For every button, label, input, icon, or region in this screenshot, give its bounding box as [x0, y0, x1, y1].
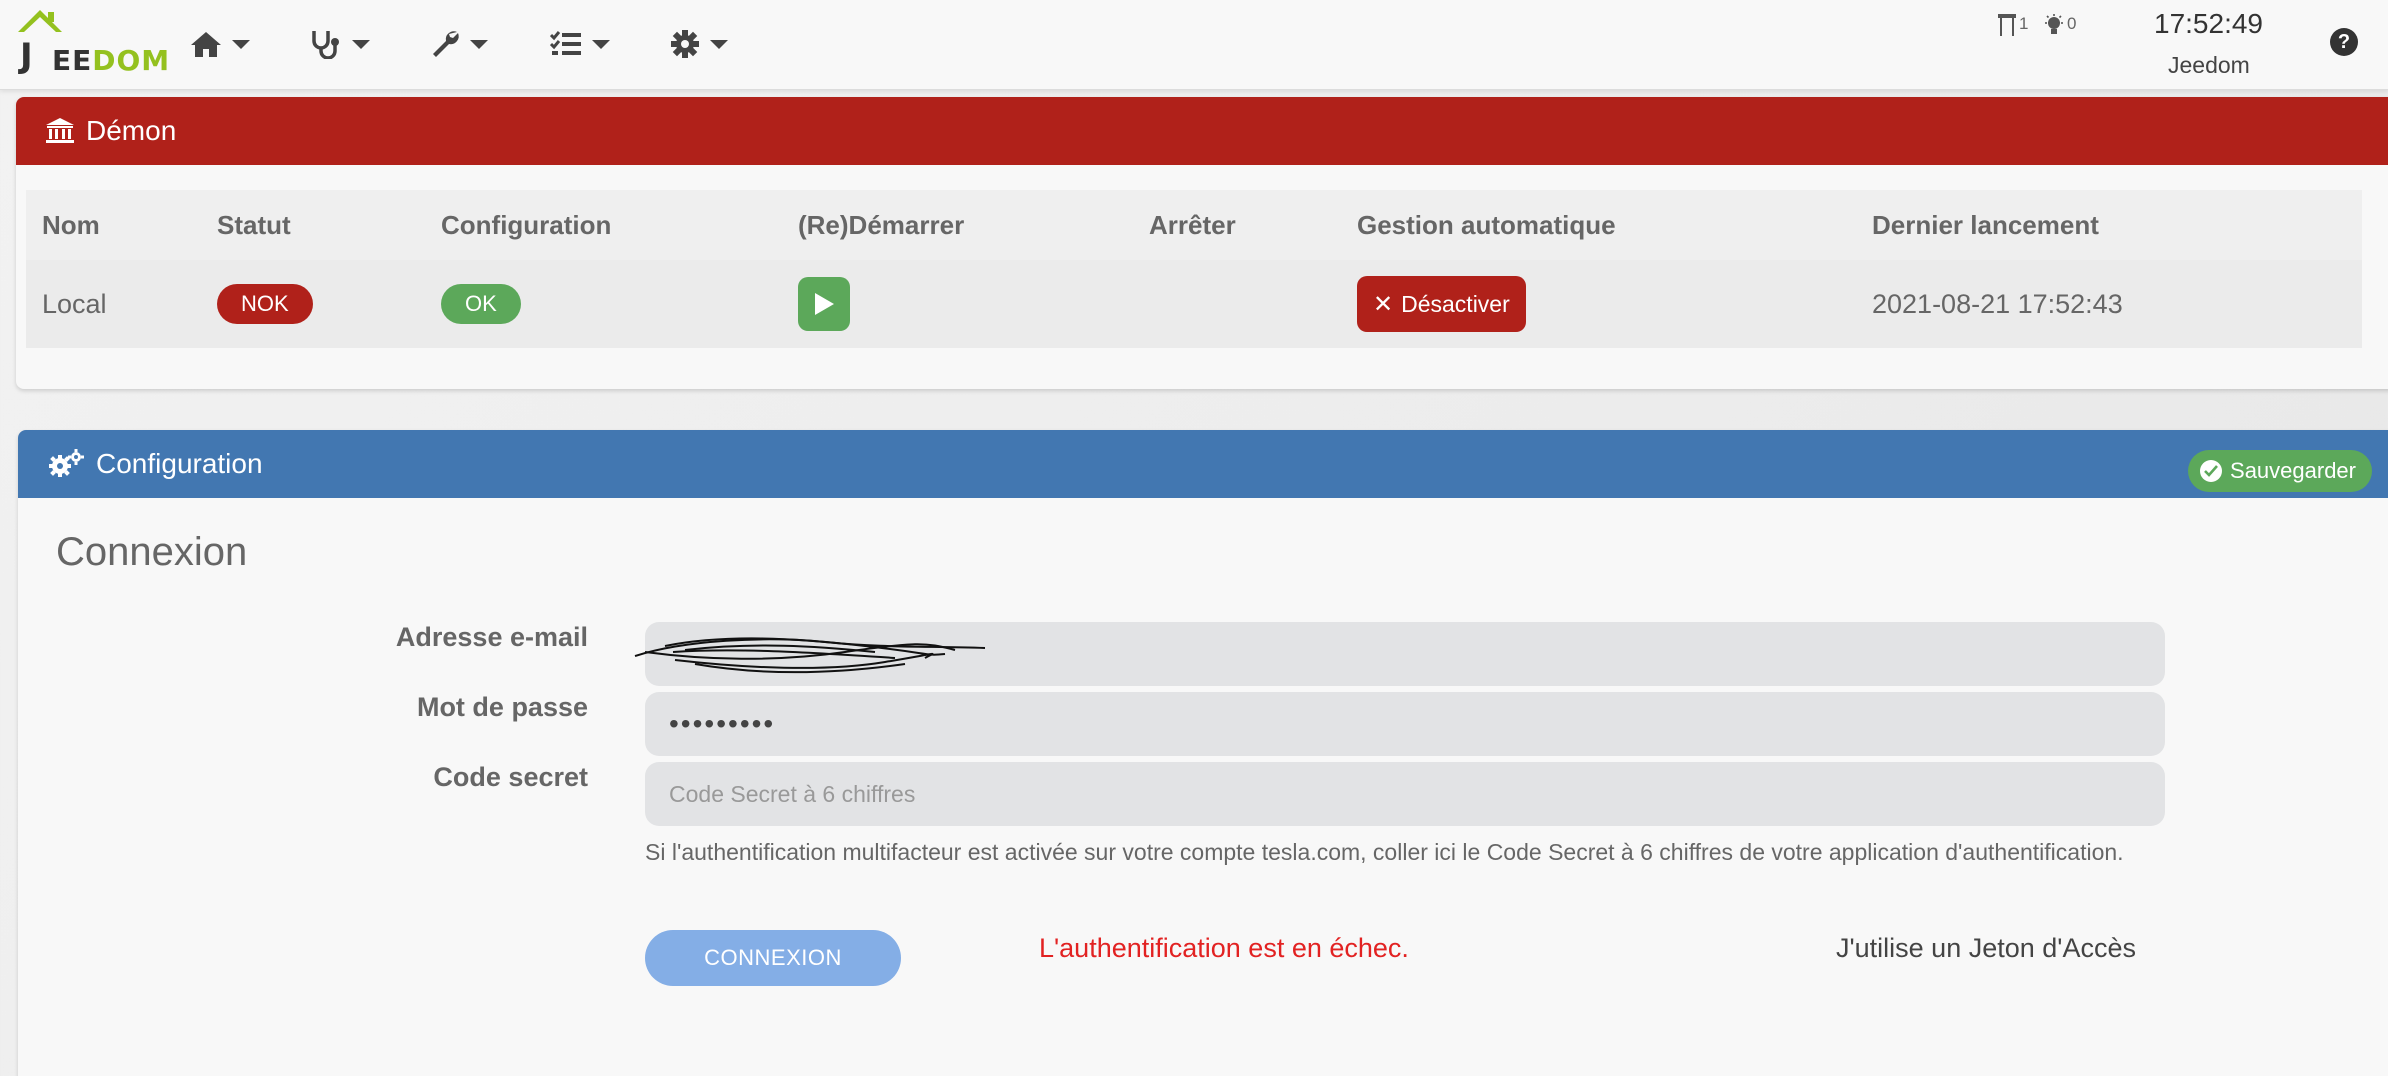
section-title: Connexion	[56, 530, 248, 574]
password-field[interactable]: •••••••••	[645, 692, 2165, 756]
table-row: Local NOK OK ✕ Désactiver 2021-08-21 17:…	[26, 260, 2362, 348]
stop-cell	[1133, 260, 1341, 348]
shutter-summary[interactable]: 1	[1998, 14, 2028, 36]
chevron-down-icon	[710, 39, 728, 49]
menu-plugins[interactable]	[550, 22, 670, 66]
chevron-down-icon	[232, 39, 250, 49]
configuration-panel-heading: Configuration Sauvegarder	[18, 430, 2388, 498]
disable-auto-management-button[interactable]: ✕ Désactiver	[1357, 276, 1526, 332]
auth-error-message: L'authentification est en échec.	[1039, 933, 1409, 963]
email-field[interactable]	[634, 622, 2165, 686]
chevron-down-icon	[470, 39, 488, 49]
configuration-badge: OK	[441, 284, 521, 324]
play-icon	[815, 293, 834, 315]
configuration-panel: Configuration Sauvegarder Connexion Adre…	[18, 430, 2388, 1076]
menu-settings[interactable]	[670, 22, 790, 66]
home-icon	[191, 32, 221, 57]
demon-panel: Démon Nom Statut Configuration (Re)Démar…	[16, 97, 2388, 389]
light-count: 0	[2067, 14, 2077, 33]
shutter-icon	[1998, 14, 2016, 36]
restart-button[interactable]	[798, 277, 850, 331]
check-circle-icon	[2200, 460, 2223, 482]
light-summary[interactable]: 0	[2044, 14, 2076, 36]
column-header: Statut	[201, 190, 425, 260]
gear-icon	[671, 30, 699, 58]
stethoscope-icon	[312, 31, 339, 59]
column-header: Gestion automatique	[1341, 190, 1856, 260]
demon-panel-heading: Démon	[16, 97, 2388, 165]
table-header-row: Nom Statut Configuration (Re)Démarrer Ar…	[26, 190, 2362, 260]
shutter-count: 1	[2019, 14, 2029, 33]
save-button[interactable]: Sauvegarder	[2188, 450, 2372, 492]
mfa-help-text: Si l'authentification multifacteur est a…	[645, 839, 2124, 865]
lightbulb-icon	[2045, 14, 2063, 34]
cogs-icon	[48, 449, 84, 479]
menu-tools[interactable]	[430, 22, 550, 66]
logo-wordmark: EEDOM	[52, 44, 171, 77]
status-badge: NOK	[217, 284, 313, 324]
demon-table: Nom Statut Configuration (Re)Démarrer Ar…	[26, 190, 2362, 348]
connect-button[interactable]: CONNEXION	[645, 930, 901, 986]
close-icon: ✕	[1373, 290, 1394, 318]
column-header: Dernier lancement	[1856, 190, 2362, 260]
secret-code-input[interactable]	[645, 762, 2165, 826]
tasks-icon	[550, 31, 581, 55]
save-button-label: Sauvegarder	[2230, 458, 2356, 483]
column-header: Arrêter	[1133, 190, 1341, 260]
demon-panel-title: Démon	[86, 115, 177, 146]
secret-code-label: Code secret	[433, 762, 588, 792]
bank-icon	[46, 118, 74, 144]
main-menu	[190, 22, 790, 66]
menu-home[interactable]	[190, 22, 310, 66]
jeedom-logo[interactable]: J EEDOM	[10, 6, 169, 77]
password-label: Mot de passe	[416, 692, 588, 722]
redaction-scribble	[634, 637, 986, 674]
logo-letter-j: J	[20, 36, 33, 76]
demon-name: Local	[26, 260, 201, 348]
email-label: Adresse e-mail	[395, 622, 588, 652]
column-header: Nom	[26, 190, 201, 260]
last-launch: 2021-08-21 17:52:43	[1856, 260, 2362, 348]
column-header: (Re)Démarrer	[782, 190, 1133, 260]
wrench-icon	[433, 31, 459, 57]
top-navbar: J EEDOM 1 0 17:52:49 Jeedom ?	[0, 0, 2388, 90]
clock: 17:52:49	[2154, 8, 2263, 39]
column-header: Configuration	[425, 190, 782, 260]
chevron-down-icon	[352, 39, 370, 49]
help-icon[interactable]: ?	[2330, 28, 2358, 56]
user-name[interactable]: Jeedom	[2168, 52, 2250, 79]
menu-analysis[interactable]	[310, 22, 430, 66]
chevron-down-icon	[592, 39, 610, 49]
disable-button-label: Désactiver	[1401, 290, 1510, 317]
use-access-token-link[interactable]: J'utilise un Jeton d'Accès	[1836, 933, 2136, 964]
configuration-panel-title: Configuration	[96, 448, 263, 479]
